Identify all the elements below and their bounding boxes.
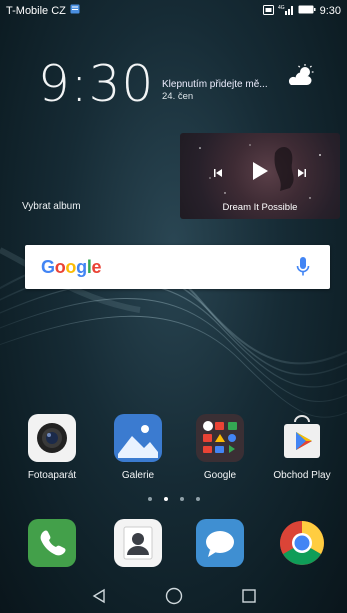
messages-icon [196,519,244,567]
partly-cloudy-icon[interactable] [285,64,315,93]
page-dot[interactable] [179,497,184,501]
carrier-name: T-Mobile CZ [6,4,66,17]
previous-icon[interactable] [213,165,223,183]
app-label: Google [203,470,237,481]
music-widget[interactable]: Dream It Possible [180,133,340,219]
app-label: Obchod Play [273,470,331,481]
battery-icon [298,5,316,17]
weather-text: Klepnutím přidejte mě... [162,79,268,90]
contacts-icon [114,519,162,567]
dock-phone[interactable] [7,519,97,567]
clock-widget[interactable]: 9:30 [38,55,154,113]
app-google-folder[interactable]: Google [175,414,265,481]
app-label: Galerie [121,470,155,481]
recents-icon[interactable] [241,588,257,609]
nfc-icon [262,4,274,18]
chrome-icon [278,519,326,567]
next-icon[interactable] [297,165,307,183]
dock-contacts[interactable] [93,519,183,567]
music-controls [180,161,340,186]
back-icon[interactable] [91,588,107,609]
page-indicator [0,497,347,501]
signal-icon: 4G [278,4,294,18]
gallery-icon [114,414,162,462]
app-label: Fotoaparát [27,470,77,481]
status-time: 9:30 [319,5,341,17]
phone-icon [28,519,76,567]
google-folder-icon [196,414,244,462]
navigation-bar [0,583,347,613]
song-title: Dream It Possible [222,202,298,213]
google-search-bar[interactable]: Google [25,245,330,289]
page-dot-active[interactable] [163,497,168,501]
google-logo: Google [41,257,102,277]
page-dot[interactable] [147,497,152,501]
camera-icon [28,414,76,462]
select-album-label[interactable]: Vybrat album [22,201,81,212]
app-play-store[interactable]: Obchod Play [257,414,347,481]
mic-icon[interactable] [296,256,310,283]
app-camera[interactable]: Fotoaparát [7,414,97,481]
dock-chrome[interactable] [257,519,347,567]
app-gallery[interactable]: Galerie [93,414,183,481]
notification-icon [70,4,80,17]
play-store-icon [278,414,326,462]
weather-widget[interactable]: Klepnutím přidejte mě... 24. čen [162,78,292,102]
dock-messages[interactable] [175,519,265,567]
weather-date: 24. čen [162,91,194,102]
play-icon[interactable] [251,161,269,186]
home-screen: { "status_bar": { "carrier": "T-Mobile C… [0,0,347,613]
home-icon[interactable] [165,587,183,610]
status-bar: T-Mobile CZ 4G 9:30 [0,0,347,22]
page-dot[interactable] [195,497,200,501]
svg-text:4G: 4G [278,5,285,11]
